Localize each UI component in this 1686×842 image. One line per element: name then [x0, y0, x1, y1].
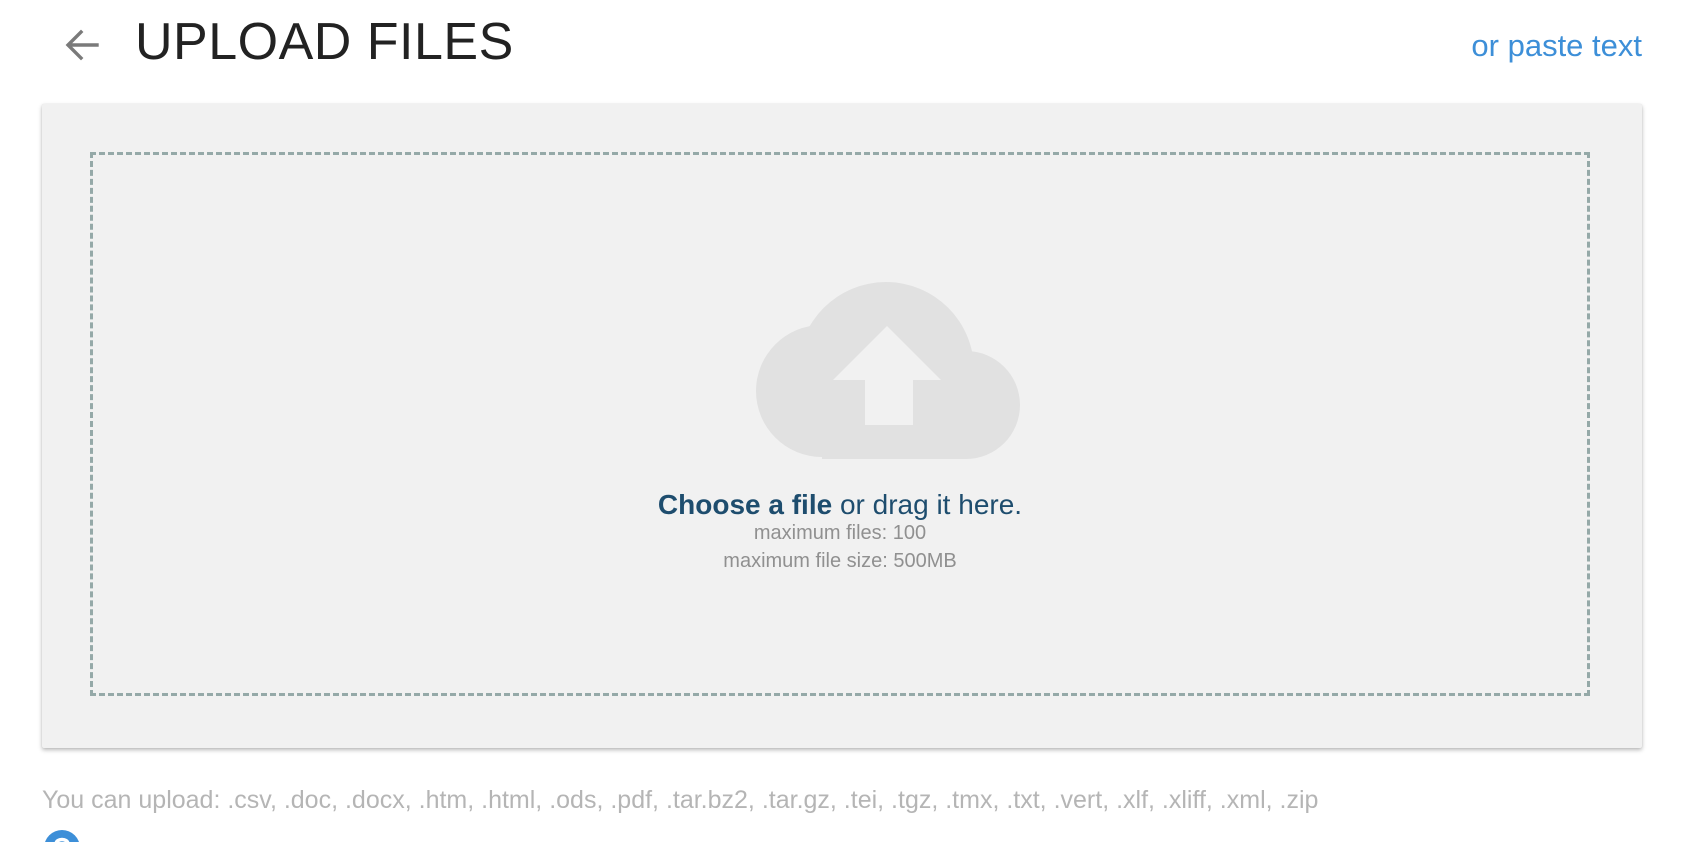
drag-hint: or drag it here.: [832, 489, 1023, 520]
arrow-left-icon: [65, 29, 99, 61]
help-circle-icon[interactable]: [42, 828, 82, 842]
supported-formats: You can upload: .csv, .doc, .docx, .htm,…: [42, 786, 1319, 814]
cloud-upload-icon: [756, 282, 1020, 459]
header: UPLOAD FILES or paste text: [0, 0, 1686, 100]
back-button[interactable]: [58, 24, 106, 66]
page-title: UPLOAD FILES: [135, 13, 514, 71]
dropzone-instruction: Choose a file or drag it here.: [93, 488, 1587, 522]
max-files-note: maximum files: 100: [753, 522, 927, 544]
upload-files-page: UPLOAD FILES or paste text Choose a file…: [0, 0, 1686, 842]
dropzone-card: Choose a file or drag it here. maximum f…: [42, 104, 1642, 748]
choose-file-button[interactable]: Choose a file: [658, 489, 832, 520]
max-size-note: maximum file size: 500MB: [723, 550, 957, 572]
file-dropzone[interactable]: Choose a file or drag it here. maximum f…: [90, 152, 1590, 696]
paste-text-link[interactable]: or paste text: [1471, 27, 1642, 65]
